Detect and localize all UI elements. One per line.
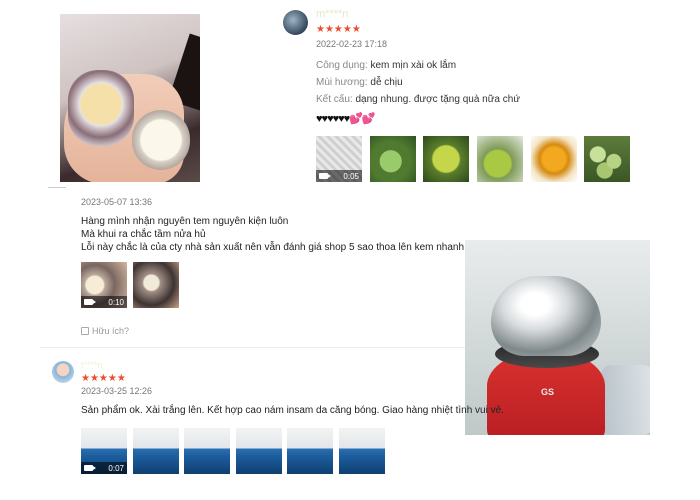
review-video-thumbnail[interactable]: 0:07 [81,428,127,474]
video-duration: 0:07 [108,463,124,473]
review-text-line: Lỗi này chắc là của cty nhà sản xuất nên… [81,242,490,253]
video-camera-icon [84,465,96,471]
product-photo-jars[interactable] [60,14,200,182]
attribute-value: dễ chịu [370,77,403,88]
username[interactable]: m****n [316,8,396,20]
thumbs-up-icon [81,327,89,335]
pink-hearts-emoji: 💕💕 [349,113,375,125]
emoji-line: ♥♥♥♥♥♥💕💕 [316,112,376,125]
review-image-thumbnail[interactable] [133,428,179,474]
review-image-thumbnail[interactable] [423,136,469,182]
review-image-thumbnail[interactable] [339,428,385,474]
hearts-emoji: ♥♥♥♥♥♥ [316,113,350,125]
review-image-thumbnail[interactable] [370,136,416,182]
avatar[interactable] [283,10,308,35]
video-camera-icon [319,173,331,179]
helpful-button[interactable]: Hữu ích? [81,326,129,336]
video-duration: 0:10 [108,297,124,307]
attribute-key: Kết cấu: [316,94,353,105]
attribute-usage: Công dụng: kem mịn xài ok lắm [316,60,456,71]
review-text-line: Mà khui ra chắc tầm nửa hủ [81,229,206,240]
review-video-thumbnail[interactable]: 0:05 [316,136,362,182]
username[interactable]: t****n [81,360,141,370]
rating-stars: ★★★★★ [316,24,361,35]
collapsed-header [48,182,66,188]
review-video-thumbnail[interactable]: 0:10 [81,262,127,308]
review-divider [40,347,465,348]
review-text: Sản phẩm ok. Xài trắng lên. Kết hợp cao … [81,405,504,416]
product-logo-text: GS [541,387,555,397]
attribute-scent: Mùi hương: dễ chịu [316,77,403,88]
review-date: 2023-05-07 13:36 [81,197,153,207]
attribute-key: Công dụng: [316,60,368,71]
attribute-value: kem mịn xài ok lắm [370,60,457,71]
review-text-line: Hàng mình nhận nguyên tem nguyên kiện lu… [81,216,289,227]
review-image-thumbnail[interactable] [133,262,179,308]
attribute-value: dạng nhung. được tặng quà nữa chứ [355,94,521,105]
video-camera-icon [84,299,96,305]
helpful-label: Hữu ích? [92,326,130,336]
review-image-thumbnail[interactable] [287,428,333,474]
attribute-texture: Kết cấu: dạng nhung. được tặng quà nữa c… [316,94,520,105]
review-image-thumbnail[interactable] [531,136,577,182]
avatar[interactable] [52,361,74,383]
attribute-key: Mùi hương: [316,77,368,88]
review-date: 2023-03-25 12:26 [81,386,153,396]
review-image-thumbnail[interactable] [184,428,230,474]
rating-stars: ★★★★★ [81,373,126,384]
video-duration: 0:05 [343,171,359,181]
review-image-thumbnail[interactable] [584,136,630,182]
review-date: 2022-02-23 17:18 [316,39,388,49]
review-image-thumbnail[interactable] [477,136,523,182]
review-image-thumbnail[interactable] [236,428,282,474]
